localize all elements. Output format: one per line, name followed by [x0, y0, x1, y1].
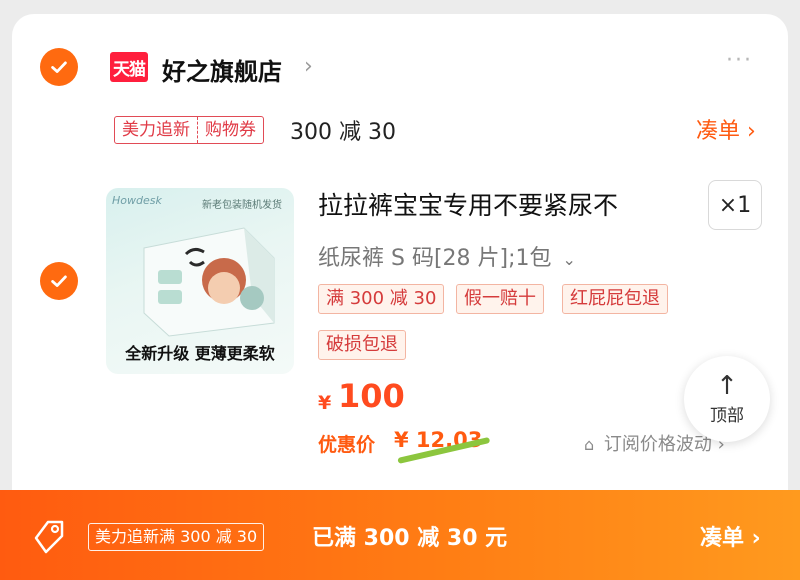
- deal-price-label: 优惠价: [318, 434, 376, 456]
- back-to-top-button[interactable]: ↑ 顶部: [684, 356, 770, 442]
- service-tag: 红屁屁包退: [562, 284, 668, 314]
- service-tag: 假一赔十: [456, 284, 544, 314]
- check-icon: [51, 275, 67, 287]
- subscribe-icon: ⌂: [584, 435, 595, 454]
- bottom-coudan-link[interactable]: 凑单 ›: [700, 520, 761, 552]
- product-image[interactable]: Howdesk 新老包装随机发货 全新升级 更薄更柔软: [106, 188, 294, 374]
- sku-selector[interactable]: 纸尿裤 S 码[28 片];1包 ⌄: [318, 240, 576, 272]
- tmall-logo-icon: 天猫: [110, 52, 148, 82]
- chevron-down-icon: ⌄: [562, 250, 576, 269]
- image-brand-text: Howdesk: [112, 194, 162, 207]
- coudan-link[interactable]: 凑单 ›: [696, 113, 756, 145]
- bottom-promo-text: 已满 300 减 30 元: [312, 526, 508, 551]
- diaper-package-illustration: [143, 227, 275, 337]
- service-tag: 破损包退: [318, 330, 406, 360]
- promo-tag: 美力追新: [122, 120, 190, 140]
- image-slogan: 全新升级 更薄更柔软: [125, 344, 275, 363]
- coupon-icon: [34, 520, 64, 554]
- price-value: 100: [338, 377, 405, 415]
- arrow-up-icon: ↑: [716, 370, 738, 401]
- promo-tags: 美力追新 购物券: [114, 116, 264, 144]
- shop-name[interactable]: 好之旗舰店: [162, 52, 282, 87]
- image-top-text: 新老包装随机发货: [202, 200, 282, 211]
- bottom-promo-bar[interactable]: 美力追新满 300 减 30 已满 300 减 30 元 凑单 ›: [0, 490, 800, 580]
- product-title[interactable]: 拉拉裤宝宝专用不要紧尿不: [318, 186, 618, 222]
- check-icon: [51, 61, 67, 73]
- sku-text: 纸尿裤 S 码[28 片];1包: [318, 246, 552, 271]
- service-tag: 满 300 减 30: [318, 284, 445, 314]
- back-to-top-label: 顶部: [710, 405, 744, 426]
- price-currency: ¥: [318, 392, 332, 414]
- shop-select-checkbox[interactable]: [40, 48, 78, 86]
- bottom-promo-tag: 美力追新满 300 减 30: [88, 523, 265, 551]
- item-select-checkbox[interactable]: [40, 262, 78, 300]
- promo-tag: 购物券: [197, 117, 263, 143]
- promo-text: 300 减 30: [290, 120, 396, 145]
- quantity-stepper[interactable]: ×1: [708, 180, 762, 230]
- chevron-right-icon[interactable]: ›: [304, 54, 313, 79]
- more-options-icon[interactable]: ···: [726, 48, 753, 73]
